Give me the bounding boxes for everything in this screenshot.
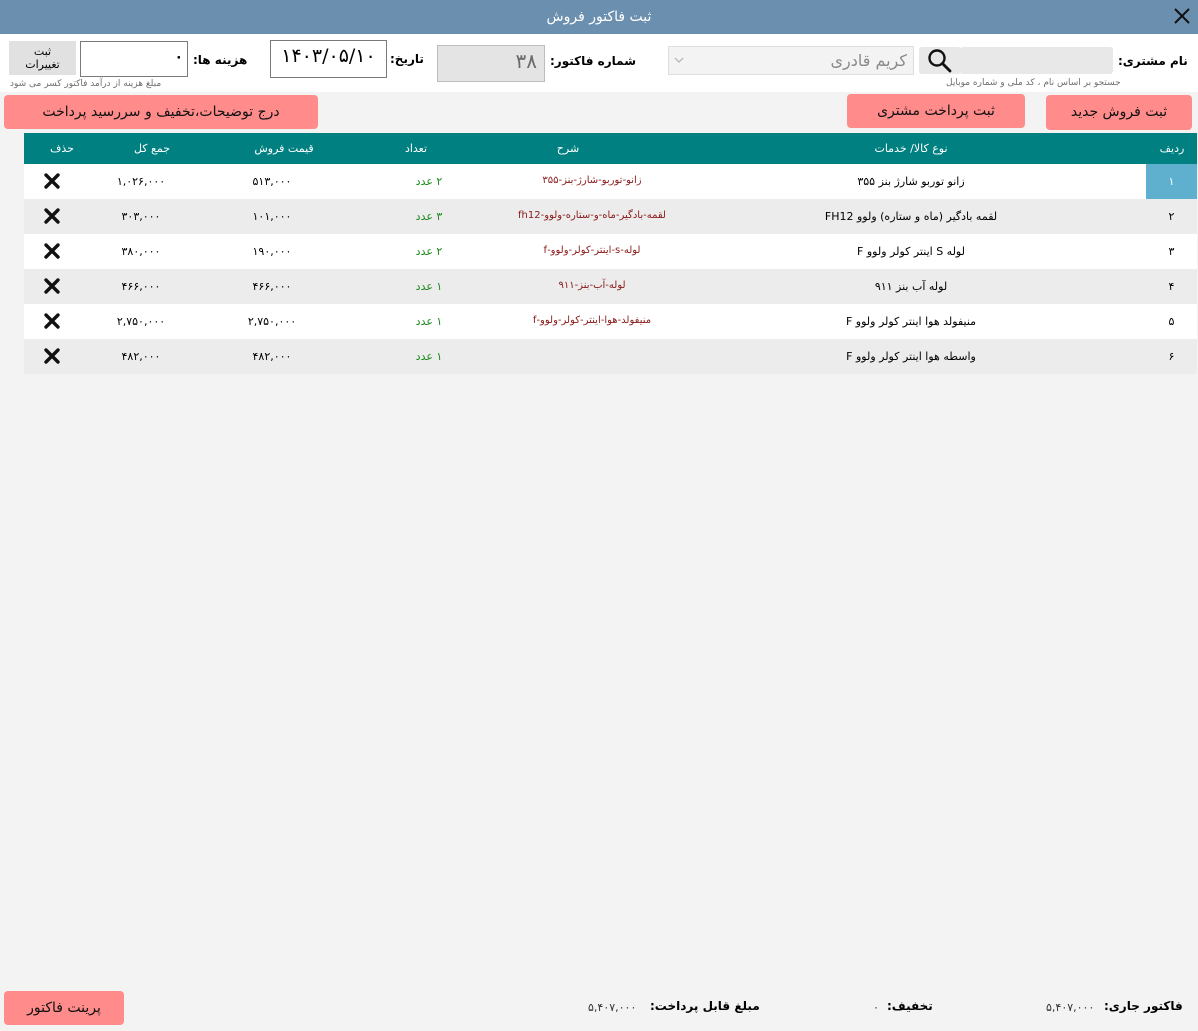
cell-item: لوله S اینتر کولر ولوو F [857, 245, 965, 258]
date-field[interactable]: ۱۴۰۳/۰۵/۱۰ [270, 40, 387, 78]
cell-price: ۴۶۶,۰۰۰ [252, 280, 292, 293]
cell-total: ۳۸۰,۰۰۰ [121, 245, 161, 258]
invoice-number-value: ۳۸ [515, 49, 537, 73]
cell-item: لقمه بادگیر (ماه و ستاره) ولوو FH12 [824, 210, 998, 223]
cell-row-number: ۴ [1168, 280, 1175, 293]
delete-x-icon[interactable] [43, 277, 61, 295]
payable-amount-label: مبلغ قابل پرداخت: [650, 999, 760, 1013]
cell-row-number: ۱ [1146, 164, 1197, 199]
header-price: قیمت فروش [254, 142, 314, 155]
cell-item: زانو توربو شارژ بنز ۳۵۵ [857, 175, 965, 188]
cell-description: زانو-توربو-شارژ-بنز-۳۵۵ [542, 175, 642, 186]
table-row[interactable]: ۶ واسطه هوا اینتر کولر ولوو F ۱ عدد ۴۸۲,۰۰۰… [24, 339, 1197, 374]
cell-quantity: ۱ عدد [415, 280, 443, 293]
new-sale-button[interactable]: ثبت فروش جدید [1046, 95, 1192, 130]
cell-price: ۲,۷۵۰,۰۰۰ [247, 315, 297, 328]
cell-item: واسطه هوا اینتر کولر ولوو F [846, 350, 976, 363]
invoice-number-field: ۳۸ [437, 45, 545, 82]
delete-x-icon[interactable] [43, 347, 61, 365]
current-invoice-label: فاکتور جاری: [1104, 999, 1183, 1013]
cell-quantity: ۲ عدد [415, 175, 443, 188]
search-icon [928, 49, 952, 73]
cell-description: منیفولد-هوا-اینتر-کولر-ولوو-f [532, 315, 652, 326]
delete-x-icon[interactable] [43, 312, 61, 330]
discount-label: تخفیف: [887, 999, 933, 1013]
header-item: نوع کالا/ خدمات [874, 142, 948, 155]
cost-hint: مبلغ هزینه از درآمد فاکتور کسر می شود [10, 79, 162, 89]
print-invoice-button[interactable]: پرینت فاکتور [4, 991, 124, 1025]
cell-price: ۴۸۲,۰۰۰ [252, 350, 292, 363]
table-row[interactable]: ۱ زانو توربو شارژ بنز ۳۵۵ زانو-توربو-شارژ-… [24, 164, 1197, 199]
table-row[interactable]: ۵ منیفولد هوا اینتر کولر ولوو F منیفولد-هو… [24, 304, 1197, 339]
table-row[interactable]: ۳ لوله S اینتر کولر ولوو F لوله-s-اینتر-کو… [24, 234, 1197, 269]
delete-x-icon[interactable] [43, 172, 61, 190]
delete-x-icon[interactable] [43, 242, 61, 260]
customer-search-input[interactable] [960, 47, 1113, 74]
header-total: جمع کل [133, 142, 171, 155]
cell-row-number: ۳ [1168, 245, 1175, 258]
date-value: ۱۴۰۳/۰۵/۱۰ [281, 45, 376, 67]
chevron-down-icon [674, 57, 684, 63]
table-row[interactable]: ۴ لوله آب بنز ۹۱۱ لوله-آب-بنز-۹۱۱ ۱ عدد ۴۶۶,… [24, 269, 1197, 304]
date-label: تاریخ: [390, 52, 424, 66]
search-button[interactable] [919, 47, 961, 74]
customer-selected-name: کریم قادری [830, 51, 907, 70]
cell-description: لوله-آب-بنز-۹۱۱ [558, 280, 626, 291]
cell-quantity: ۲ عدد [415, 245, 443, 258]
header-row-number: ردیف [1159, 142, 1185, 155]
customer-search-hint: جستجو بر اساس نام ، کد ملی و شماره موبای… [946, 78, 1121, 88]
customer-label: نام مشتری: [1118, 54, 1188, 68]
cell-total: ۱,۰۲۶,۰۰۰ [116, 175, 166, 188]
invoice-number-label: شماره فاکتور: [550, 54, 636, 68]
header-quantity: تعداد [404, 142, 428, 155]
cell-total: ۴۸۲,۰۰۰ [121, 350, 161, 363]
notes-discount-due-button[interactable]: درج توضیحات،تخفیف و سررسید پرداخت [4, 95, 318, 129]
title-bar: ثبت فاکتور فروش [0, 0, 1198, 34]
cell-item: لوله آب بنز ۹۱۱ [874, 280, 948, 293]
cell-price: ۱۰۱,۰۰۰ [252, 210, 292, 223]
cell-row-number: ۲ [1168, 210, 1175, 223]
cost-value: ۰ [174, 49, 183, 65]
discount-value: ۰ [873, 1001, 879, 1014]
cell-total: ۳۰۳,۰۰۰ [121, 210, 161, 223]
cell-quantity: ۱ عدد [415, 350, 443, 363]
customer-dropdown[interactable]: کریم قادری [668, 46, 914, 75]
invoice-items-table: ردیف نوع کالا/ خدمات شرح تعداد قیمت فروش… [24, 133, 1197, 374]
payable-amount-value: ۵,۴۰۷,۰۰۰ [588, 1001, 637, 1014]
cell-row-number: ۶ [1168, 350, 1175, 363]
close-icon[interactable] [1170, 4, 1194, 28]
cell-item: منیفولد هوا اینتر کولر ولوو F [845, 315, 977, 328]
cell-total: ۲,۷۵۰,۰۰۰ [116, 315, 166, 328]
table-body: ۱ زانو توربو شارژ بنز ۳۵۵ زانو-توربو-شارژ-… [24, 164, 1197, 374]
table-header: ردیف نوع کالا/ خدمات شرح تعداد قیمت فروش… [24, 133, 1197, 164]
current-invoice-value: ۵,۴۰۷,۰۰۰ [1046, 1001, 1095, 1014]
save-changes-button[interactable]: ثبت تغییرات [9, 41, 76, 75]
cost-input[interactable]: ۰ [80, 41, 188, 77]
cell-quantity: ۳ عدد [415, 210, 443, 223]
cell-description: لقمه-بادگیر-ماه-و-ستاره-ولوو-fh12 [518, 210, 666, 221]
customer-payment-button[interactable]: ثبت پرداخت مشتری [847, 94, 1025, 128]
cell-quantity: ۱ عدد [415, 315, 443, 328]
table-row[interactable]: ۲ لقمه بادگیر (ماه و ستاره) ولوو FH12 لقمه… [24, 199, 1197, 234]
save-changes-label: ثبت تغییرات [25, 45, 60, 71]
delete-x-icon[interactable] [43, 207, 61, 225]
cell-total: ۴۶۶,۰۰۰ [121, 280, 161, 293]
cell-price: ۱۹۰,۰۰۰ [252, 245, 292, 258]
cost-label: هزینه ها: [193, 53, 248, 67]
cell-description: لوله-s-اینتر-کولر-ولوو-f [543, 245, 641, 256]
header-description: شرح [556, 142, 580, 155]
cell-price: ۵۱۳,۰۰۰ [252, 175, 292, 188]
header-delete: حذف [50, 142, 74, 155]
window-title: ثبت فاکتور فروش [546, 9, 652, 25]
cell-row-number: ۵ [1168, 315, 1175, 328]
